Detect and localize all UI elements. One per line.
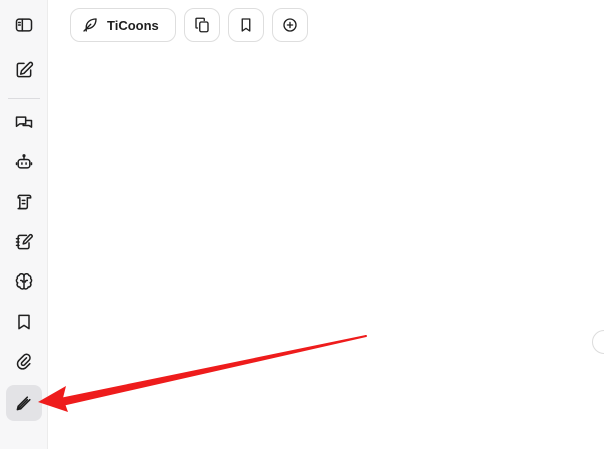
model-selector-button[interactable]: TiCoons <box>70 8 176 42</box>
annotation-arrow <box>38 335 367 412</box>
pen-tool-icon <box>16 396 31 411</box>
chats-button[interactable] <box>6 105 42 141</box>
chats-icon <box>15 116 33 128</box>
memory-button[interactable] <box>6 264 42 300</box>
paperclip-icon <box>16 353 31 370</box>
sidebar-toggle-icon <box>15 18 33 32</box>
sidebar-divider <box>8 98 40 99</box>
bookmark-button[interactable] <box>228 8 264 42</box>
assistant-bot-icon <box>15 154 33 169</box>
add-circle-icon <box>283 18 297 32</box>
pen-tool-button[interactable] <box>6 385 42 421</box>
bookmark-icon <box>18 314 30 330</box>
add-button[interactable] <box>272 8 308 42</box>
bookmark-icon <box>241 18 251 32</box>
model-name: TiCoons <box>107 17 159 33</box>
brain-icon <box>15 273 33 290</box>
notebook-edit-icon <box>15 233 33 250</box>
edge-handle-button[interactable] <box>592 330 604 354</box>
notebook-button[interactable] <box>6 224 42 260</box>
prompts-scroll-icon <box>17 194 32 210</box>
assistants-button[interactable] <box>6 144 42 180</box>
new-chat-button[interactable] <box>6 52 42 88</box>
sidebar-toggle-button[interactable] <box>6 7 42 43</box>
new-chat-icon <box>16 61 34 78</box>
bookmarks-button[interactable] <box>6 304 42 340</box>
copy-icon <box>195 17 209 33</box>
feather-icon <box>83 18 97 32</box>
attachments-button[interactable] <box>6 344 42 380</box>
sidebar <box>0 0 48 449</box>
prompts-button[interactable] <box>6 184 42 220</box>
copy-button[interactable] <box>184 8 220 42</box>
